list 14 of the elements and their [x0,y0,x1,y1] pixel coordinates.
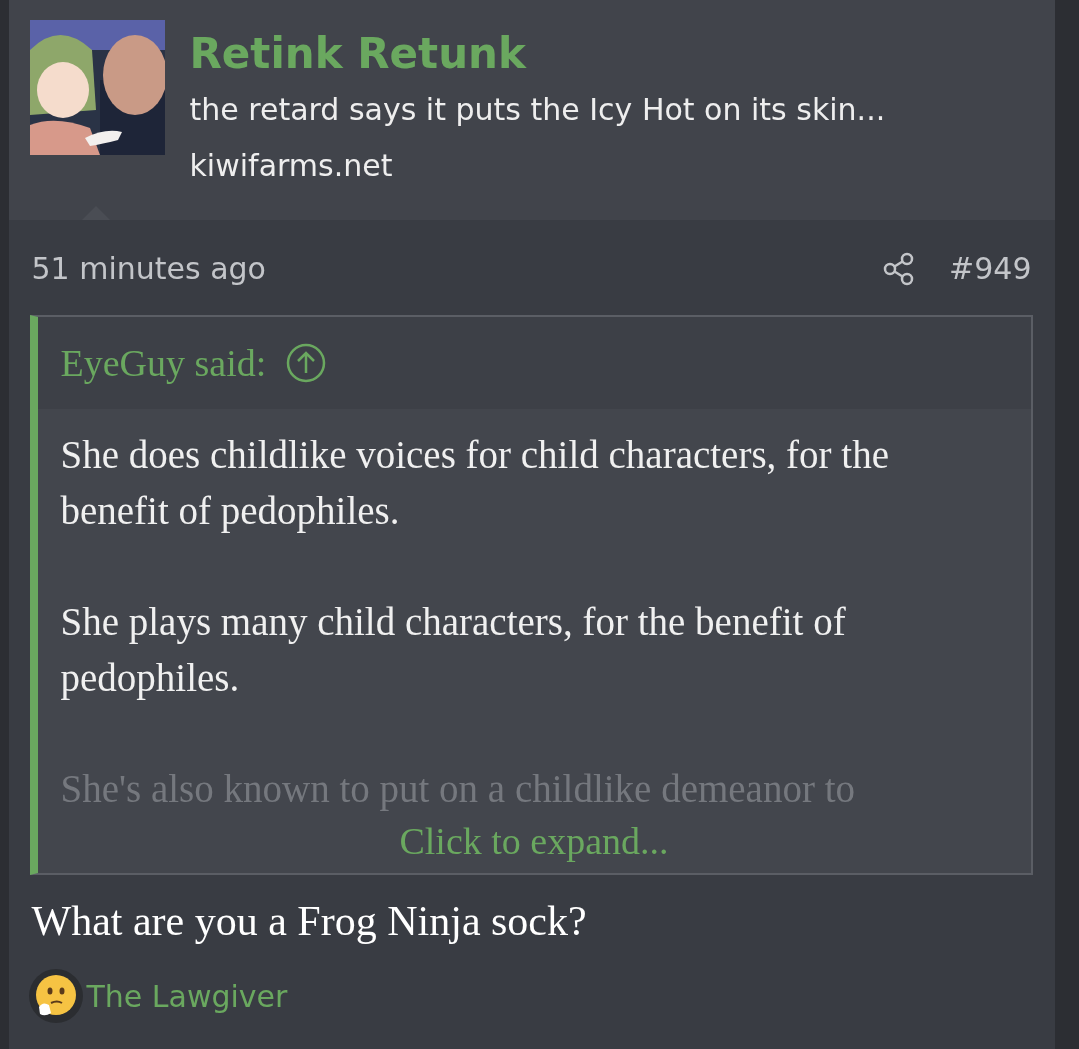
share-icon[interactable] [883,251,916,286]
username[interactable]: Retink Retunk [189,26,886,82]
post-text: What are you a Frog Ninja sock? [31,897,588,945]
thinking-face-icon[interactable] [28,969,83,1023]
quote-paragraph: She plays many child characters, for the benefit of pedophiles. [60,599,847,702]
expand-link[interactable]: Click to expand... [399,819,669,863]
domain: kiwifarms.net [189,147,394,185]
reaction-label[interactable]: The Lawgiver [86,978,288,1014]
quote-paragraph: She does childlike voices for child characters, for the benefit of pedophiles. [60,432,890,535]
post-number[interactable]: #949 [949,251,1032,286]
arrow-up-icon[interactable] [286,343,327,383]
post-time[interactable]: 51 minutes ago [31,251,266,286]
user-title: the retard says it puts the Icy Hot on its skin... [189,91,886,129]
quote-author[interactable]: EyeGuy said: [60,341,267,385]
